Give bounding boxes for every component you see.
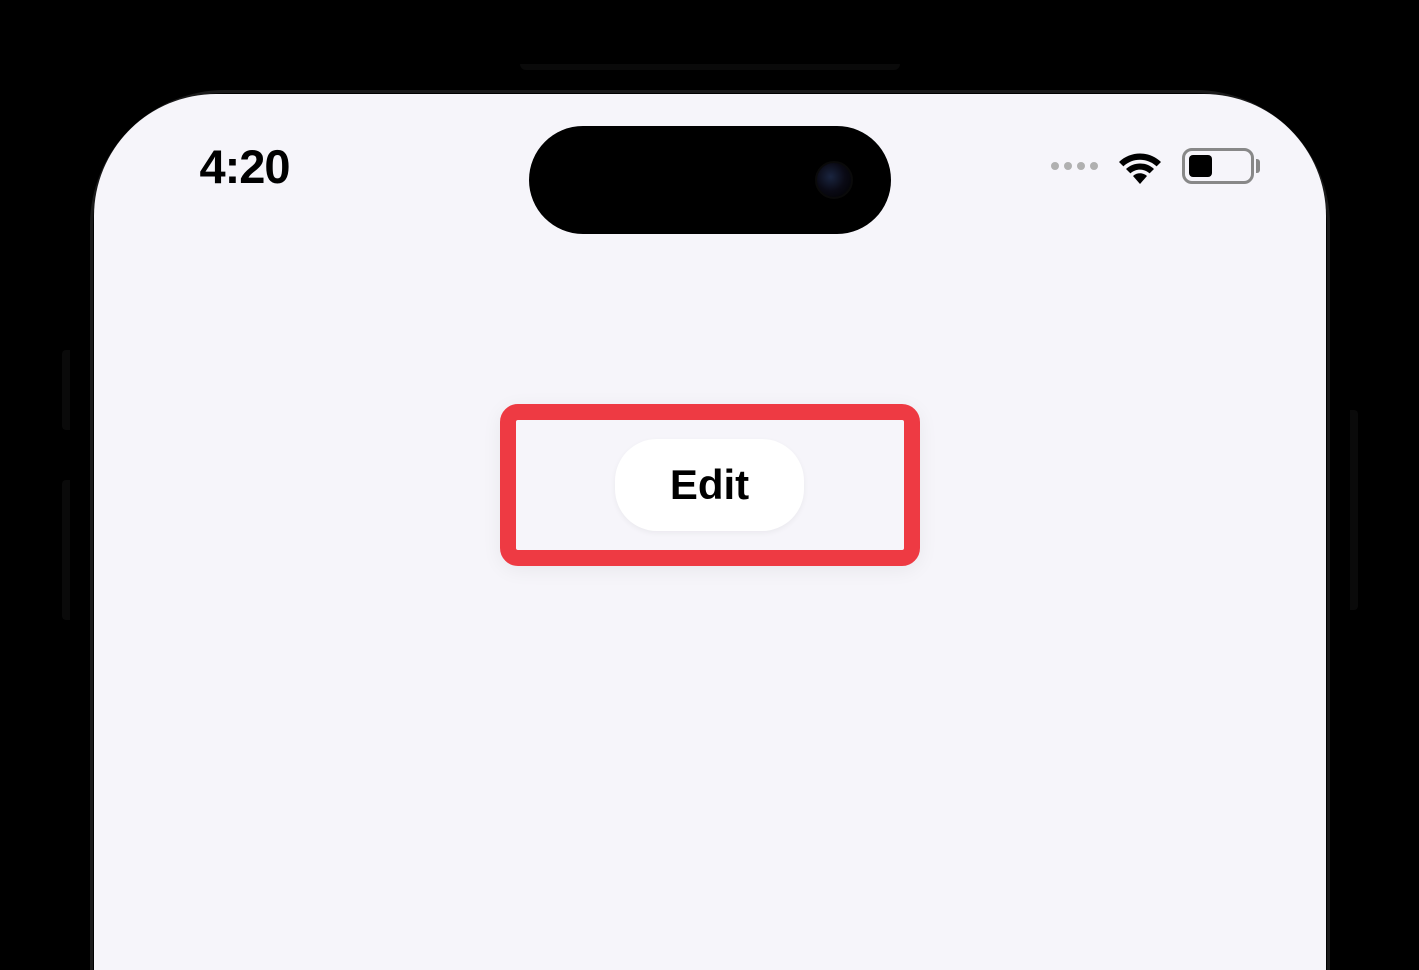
cellular-signal-icon [1051,162,1098,170]
status-indicators [1051,148,1260,184]
dynamic-island[interactable] [529,126,891,234]
device-frame: 4:20 [70,70,1350,970]
device-screen: 4:20 [94,94,1326,970]
wifi-icon [1116,148,1164,184]
device-notch [520,64,900,70]
status-time: 4:20 [200,139,290,194]
highlight-annotation: Edit [500,404,920,566]
side-button [62,480,70,620]
edit-button[interactable]: Edit [615,439,804,531]
side-button [1350,410,1358,610]
content-area: Edit [94,404,1326,566]
side-button [62,350,70,430]
battery-icon [1182,148,1260,184]
camera-lens-icon [815,161,853,199]
